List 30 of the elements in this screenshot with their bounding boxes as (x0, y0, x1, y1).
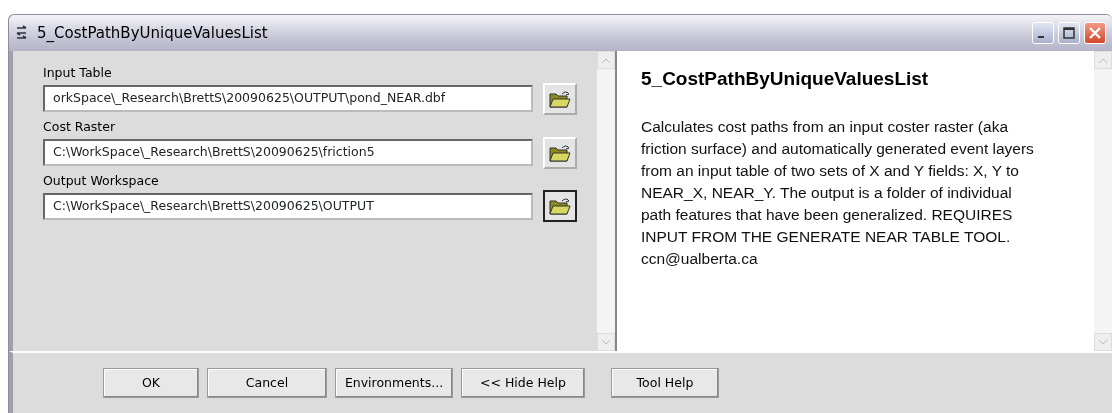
dialog-button[interactable]: OK (103, 368, 199, 398)
folder-icon (549, 89, 571, 108)
minimize-button[interactable] (1032, 22, 1054, 44)
scroll-down-icon (1099, 339, 1107, 345)
help-text: Calculates cost paths from an input coster raster (aka friction surface) and automatically generated event layers from an input table of two sets of X and Y fields: X, Y to NEAR_X, NEAR_Y. The output is a folder of individual path features that have been generalized. REQUIRES INPUT FROM THE GENERATE NEAR TABLE TOOL. ccn@ualberta.ca (641, 116, 1035, 269)
input-field[interactable]: C:\WorkSpace\_Research\BrettS\20090625\friction5 (43, 139, 533, 166)
dialog-button[interactable]: Environments... (335, 368, 453, 398)
dialog-button[interactable]: << Hide Help (461, 368, 585, 398)
scroll-down-icon (602, 339, 610, 345)
input-field[interactable]: orkSpace\_Research\BrettS\20090625\OUTPUT\pond_NEAR.dbf (43, 85, 533, 113)
maximize-icon (1063, 27, 1075, 39)
maximize-button[interactable] (1058, 22, 1080, 44)
window-title: 5_CostPathByUniqueValuesList (37, 22, 268, 44)
browse-button[interactable] (543, 190, 577, 223)
field-label: Input Table (43, 64, 113, 82)
minimize-icon (1038, 36, 1044, 38)
dialog-button[interactable]: Cancel (207, 368, 327, 398)
field-label: Cost Raster (43, 117, 117, 136)
scroll-up-icon (602, 57, 610, 63)
scroll-up-icon (1099, 57, 1107, 63)
input-field[interactable]: C:\WorkSpace\_Research\BrettS\20090625\OUTPUT (43, 192, 533, 220)
field-label: Output Workspace (43, 171, 160, 190)
scrollbar[interactable] (597, 51, 615, 351)
dialog-button[interactable]: Tool Help (611, 368, 719, 398)
folder-icon (549, 197, 571, 216)
folder-icon (549, 143, 571, 162)
scrollbar[interactable] (1094, 51, 1112, 351)
close-button[interactable] (1084, 22, 1106, 44)
close-icon (1088, 26, 1102, 40)
help-title: 5_CostPathByUniqueValuesList (641, 67, 930, 91)
